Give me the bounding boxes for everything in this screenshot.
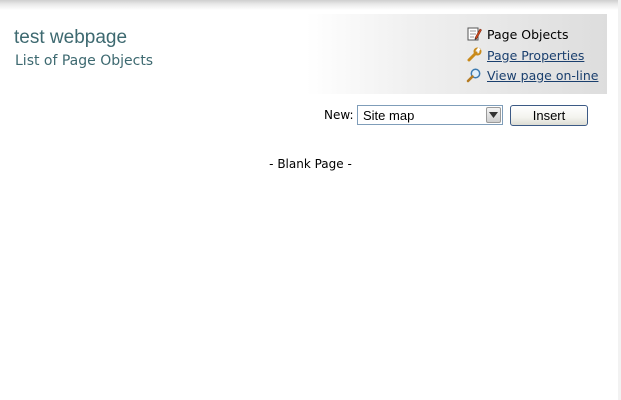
top-shadow bbox=[0, 0, 621, 10]
nav-view-online[interactable]: View page on-line bbox=[466, 66, 598, 84]
new-label: New: bbox=[324, 108, 354, 122]
object-type-value: Site map bbox=[363, 108, 415, 123]
blank-page-note: - Blank Page - bbox=[269, 157, 352, 171]
nav-page-properties[interactable]: Page Properties bbox=[466, 46, 584, 64]
page: test webpage List of Page Objects Page O… bbox=[0, 0, 621, 400]
nav-page-objects-label: Page Objects bbox=[487, 26, 569, 42]
wrench-icon bbox=[466, 47, 482, 63]
edit-document-icon bbox=[466, 26, 482, 42]
chevron-down-icon[interactable] bbox=[486, 107, 501, 123]
new-object-toolbar: New: Site map Insert bbox=[0, 105, 621, 127]
view-online-link[interactable]: View page on-line bbox=[487, 68, 598, 83]
nav-page-objects: Page Objects bbox=[466, 25, 568, 43]
page-properties-link[interactable]: Page Properties bbox=[487, 48, 584, 63]
object-type-select[interactable]: Site map bbox=[357, 105, 503, 125]
magnifier-icon bbox=[466, 67, 482, 83]
page-subtitle: List of Page Objects bbox=[15, 53, 154, 69]
page-title: test webpage bbox=[14, 27, 128, 48]
insert-button[interactable]: Insert bbox=[510, 105, 588, 126]
